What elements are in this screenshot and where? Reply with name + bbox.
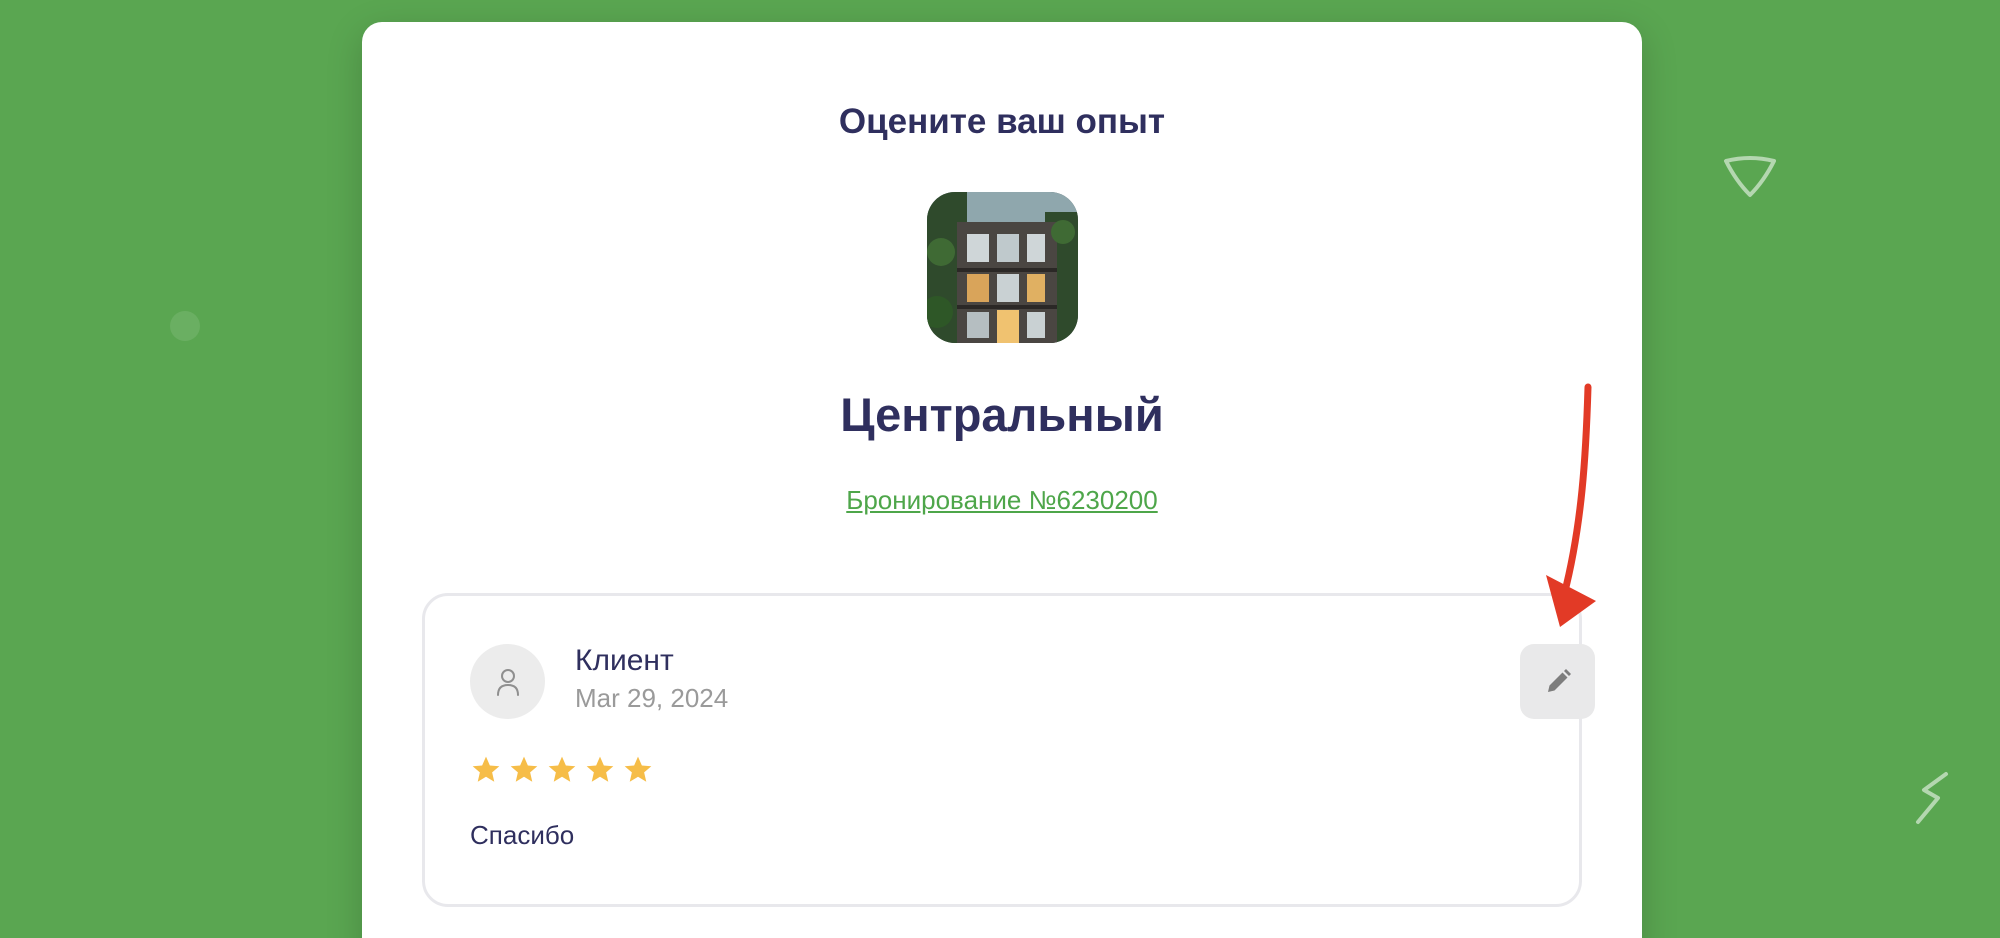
star-icon xyxy=(510,756,538,782)
review-date: Mar 29, 2024 xyxy=(575,683,729,713)
hotel-photo xyxy=(927,192,1078,343)
user-icon xyxy=(496,668,519,696)
review-dialog: Оцените ваш опыт Центральный Бронировани… xyxy=(362,22,1642,938)
review-author: Клиент xyxy=(575,644,674,677)
star-icon xyxy=(472,756,500,782)
avatar xyxy=(470,644,545,719)
review-text: Спасибо xyxy=(470,820,575,850)
decorative-circle xyxy=(170,311,200,341)
star-icon xyxy=(548,756,576,782)
edit-review-button[interactable] xyxy=(1520,644,1595,719)
page-title: Оцените ваш опыт xyxy=(838,102,1166,141)
star-icon xyxy=(586,756,614,782)
decorative-zigzag xyxy=(1916,772,1948,824)
decorative-triangle xyxy=(1724,156,1776,197)
booking-link-row: Бронирование №6230200 xyxy=(362,485,1642,516)
booking-link[interactable]: Бронирование №6230200 xyxy=(846,485,1157,515)
hotel-name: Центральный xyxy=(840,388,1164,441)
review-card: Клиент Mar 29, 2024 Спасибо xyxy=(422,593,1595,907)
star-icon xyxy=(624,756,652,782)
star-rating xyxy=(470,754,654,786)
pencil-icon xyxy=(1547,668,1571,692)
